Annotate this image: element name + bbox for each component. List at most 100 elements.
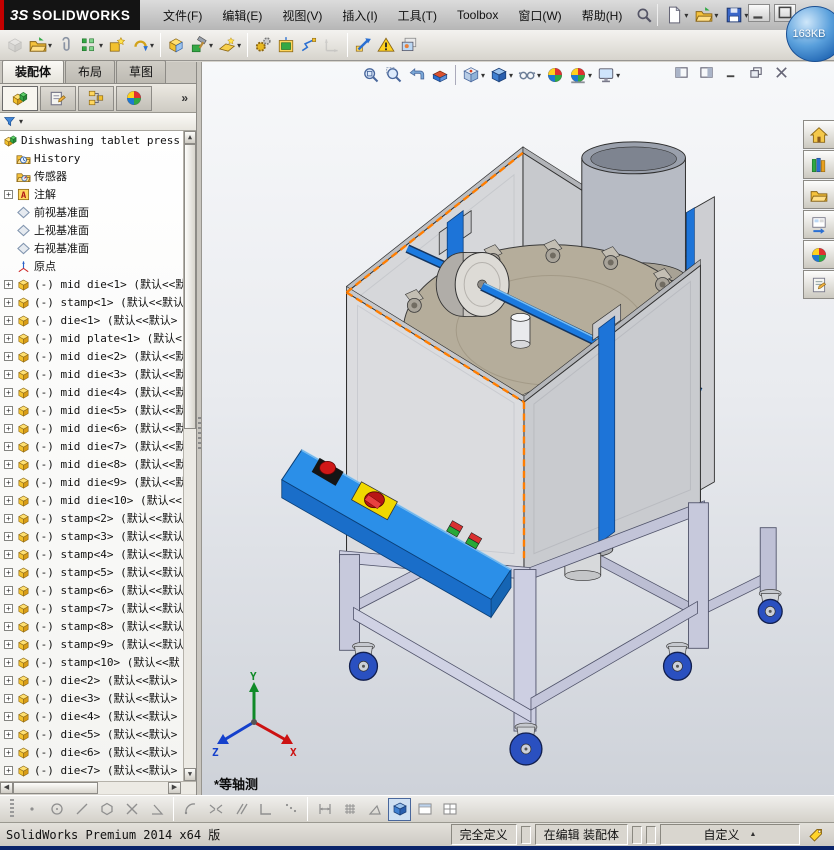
win-close-button[interactable] (770, 63, 792, 82)
menu-h[interactable]: 帮助(H) (573, 4, 632, 27)
tp-custom-properties-button[interactable] (803, 270, 834, 299)
tp-appearances-button[interactable] (803, 240, 834, 269)
scroll-right-icon[interactable]: ▶ (168, 782, 181, 794)
tree-item[interactable]: + (-) mid die<10> (默认<< (0, 491, 196, 509)
open-doc-button[interactable]: ▾ (692, 4, 721, 26)
tree-item[interactable]: + (-) die<6> (默认<<默认> (0, 743, 196, 761)
custom-status-caret[interactable]: ▲ (750, 831, 757, 838)
apply-scene-button[interactable]: ▾ (567, 64, 594, 86)
sk-points-button[interactable] (279, 798, 302, 821)
sk-view-split-button[interactable] (438, 798, 461, 821)
tree-item[interactable]: + (-) stamp<8> (默认<<默认 (0, 617, 196, 635)
tree-item[interactable]: + (-) stamp<3> (默认<<默认 (0, 527, 196, 545)
mate-button[interactable] (55, 32, 77, 58)
expand-icon[interactable]: + (4, 315, 13, 325)
previous-view-button[interactable] (406, 64, 428, 86)
assembly-visualization-button[interactable] (375, 32, 397, 58)
menu-f[interactable]: 文件(F) (154, 4, 211, 27)
tree-item[interactable]: + (-) mid plate<1> (默认< (0, 329, 196, 347)
sk-triangle-button[interactable] (363, 798, 386, 821)
tree-item[interactable]: + (-) die<3> (默认<<默认> (0, 689, 196, 707)
fm-tree-tab[interactable] (2, 85, 38, 111)
splitter-grip[interactable] (198, 417, 201, 451)
scroll-up-icon[interactable]: ▲ (184, 131, 196, 144)
center-punch-cylinder[interactable] (510, 312, 531, 349)
chevron-down-icon[interactable]: ▾ (19, 117, 23, 126)
new-doc-button[interactable]: ▾ (662, 4, 691, 26)
menu-t[interactable]: 工具(T) (389, 4, 446, 27)
expand-icon[interactable]: + (4, 729, 13, 739)
sk-corner-button[interactable] (254, 798, 277, 821)
expand-icon[interactable]: + (4, 603, 13, 613)
expand-icon[interactable]: + (4, 387, 13, 397)
tree-item[interactable]: + (-) stamp<1> (默认<<默认 (0, 293, 196, 311)
scroll-left-icon[interactable]: ◀ (0, 782, 13, 794)
expand-icon[interactable]: + (4, 549, 13, 559)
toolbar-drag-handle[interactable] (10, 799, 14, 819)
expand-icon[interactable]: + (4, 711, 13, 721)
menu-v[interactable]: 视图(V) (273, 4, 331, 27)
win-minimize-button[interactable] (720, 63, 742, 82)
menu-w[interactable]: 窗口(W) (509, 4, 570, 27)
tree-item[interactable]: 上视基准面 (0, 221, 196, 239)
expand-icon[interactable]: + (4, 495, 13, 505)
tab-草图[interactable]: 草图 (116, 60, 167, 83)
linear-component-pattern-button[interactable]: ▾ (78, 32, 105, 58)
sk-dimension-button[interactable] (313, 798, 336, 821)
pane-left-button[interactable] (670, 63, 692, 82)
graphics-area[interactable]: ▾ ▾ ▾ ▾ ▾ Y X Z *等轴测 (202, 62, 834, 795)
view-settings-button[interactable]: ▾ (595, 64, 622, 86)
expand-icon[interactable]: + (4, 423, 13, 433)
expand-icon[interactable]: + (4, 585, 13, 595)
fm-display-tab[interactable] (116, 85, 152, 111)
expand-icon[interactable]: + (4, 567, 13, 577)
sk-converge-button[interactable] (204, 798, 227, 821)
tree-item[interactable]: + (-) die<2> (默认<<默认> (0, 671, 196, 689)
view-orientation-button[interactable]: ▾ (460, 64, 487, 86)
tree-item[interactable]: + (-) stamp<4> (默认<<默认 (0, 545, 196, 563)
instant3d-button[interactable] (321, 32, 343, 58)
tree-item[interactable]: + (-) stamp<7> (默认<<默认 (0, 599, 196, 617)
tree-item[interactable]: 原点 (0, 257, 196, 275)
open-in-context-button[interactable]: ▾ (27, 32, 54, 58)
win-restore-button[interactable] (745, 63, 767, 82)
sk-line-button[interactable] (70, 798, 93, 821)
tree-item[interactable]: + (-) mid die<9> (默认<<默 (0, 473, 196, 491)
move-component-button[interactable]: ▾ (129, 32, 156, 58)
screen-capture-button[interactable] (398, 32, 420, 58)
expand-icon[interactable]: + (4, 639, 13, 649)
menu-i[interactable]: 插入(I) (333, 4, 386, 27)
section-view-button[interactable] (429, 64, 451, 86)
sk-shaded-button[interactable] (388, 797, 411, 821)
expand-icon[interactable]: + (4, 369, 13, 379)
expand-icon[interactable]: + (4, 459, 13, 469)
sk-grid-button[interactable] (338, 798, 361, 821)
expand-icon[interactable]: + (4, 747, 13, 757)
sk-arc-button[interactable] (179, 798, 202, 821)
insert-components-button[interactable] (4, 32, 26, 58)
explode-line-sketch-button[interactable] (298, 32, 320, 58)
expand-icon[interactable]: + (4, 297, 13, 307)
sk-circle-button[interactable] (45, 798, 68, 821)
tab-装配体[interactable]: 装配体 (2, 60, 65, 83)
expand-icon[interactable]: + (4, 351, 13, 361)
expand-icon[interactable]: + (4, 765, 13, 775)
tree-item[interactable]: + (-) stamp<5> (默认<<默认 (0, 563, 196, 581)
tree-item[interactable]: + (-) mid die<6> (默认<<默 (0, 419, 196, 437)
tree-item[interactable]: + (-) die<5> (默认<<默认> (0, 725, 196, 743)
tp-view-palette-button[interactable] (803, 210, 834, 239)
tree-hscrollbar[interactable]: ◀ ▶ (0, 781, 196, 794)
tree-item[interactable]: + (-) stamp<6> (默认<<默认 (0, 581, 196, 599)
expand-icon[interactable]: + (4, 441, 13, 451)
tree-item[interactable]: + (-) mid die<3> (默认<<默 (0, 365, 196, 383)
tp-resources-button[interactable] (803, 120, 834, 149)
tree-item[interactable]: + (-) mid die<2> (默认<<默 (0, 347, 196, 365)
vscroll-thumb[interactable] (184, 144, 196, 429)
tree-item[interactable]: + (-) stamp<9> (默认<<默认 (0, 635, 196, 653)
tree-item[interactable]: + (-) mid die<1> (默认<<默 (0, 275, 196, 293)
tab-布局[interactable]: 布局 (65, 60, 116, 83)
expand-icon[interactable]: + (4, 693, 13, 703)
tree-item[interactable]: + A 注解 (0, 185, 196, 203)
fm-configurations-tab[interactable] (78, 85, 114, 111)
tree-item[interactable]: + (-) die<4> (默认<<默认> (0, 707, 196, 725)
